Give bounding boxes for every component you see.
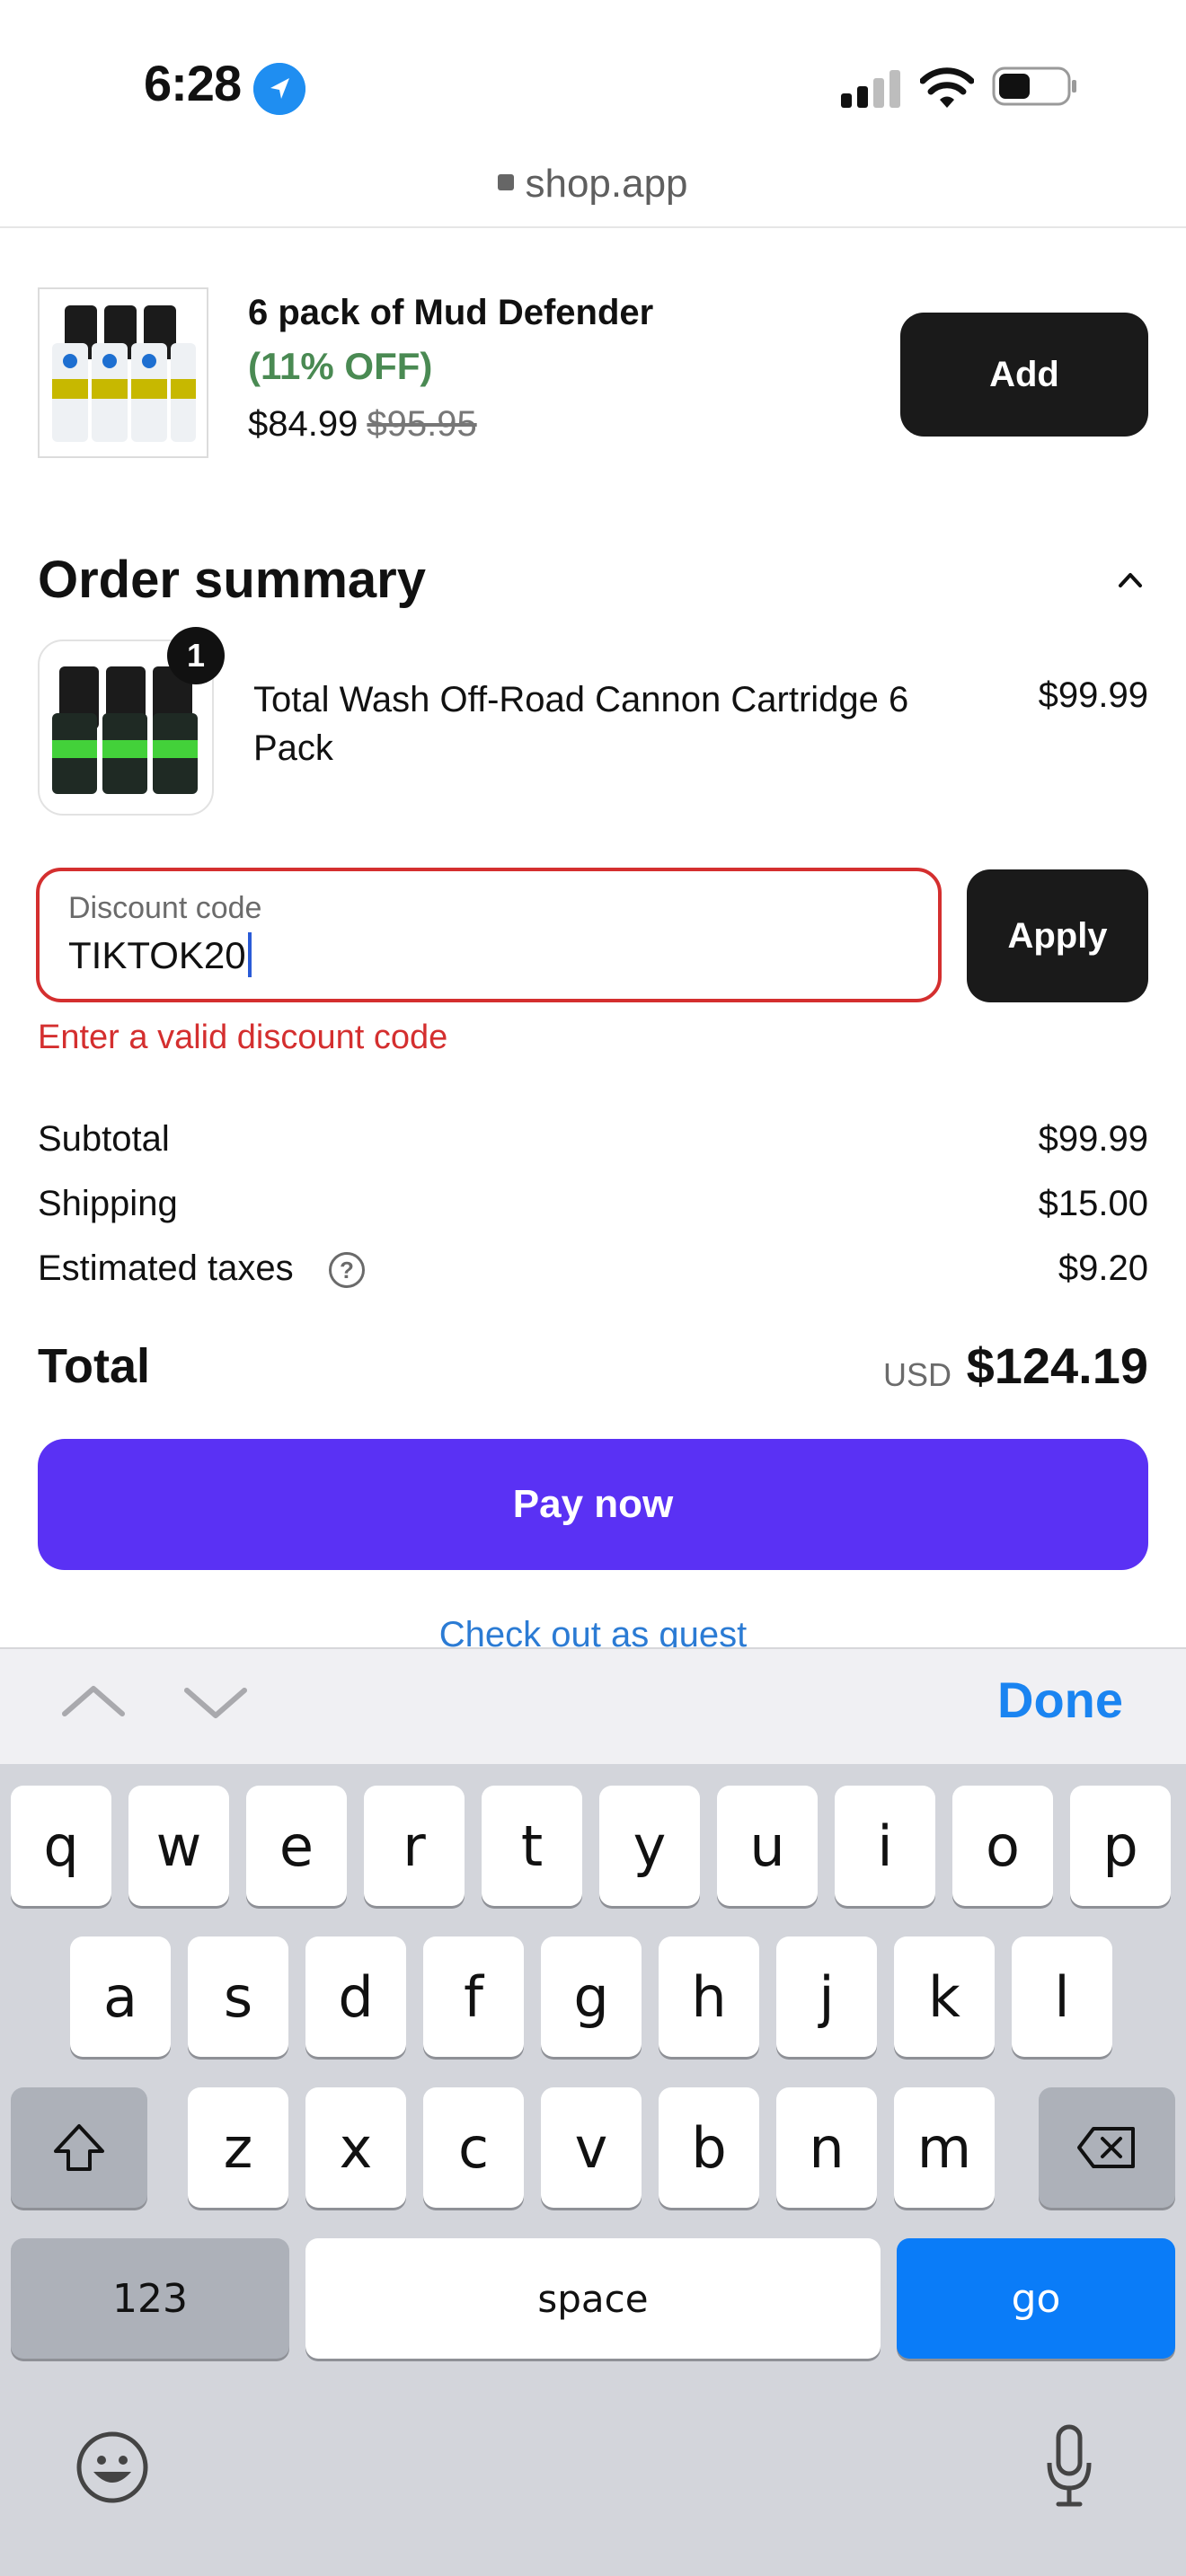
quantity-badge: 1 bbox=[167, 627, 225, 684]
next-field-chevron-down-icon[interactable] bbox=[180, 1671, 252, 1734]
previous-field-chevron-up-icon[interactable] bbox=[58, 1671, 129, 1734]
shift-key[interactable] bbox=[11, 2087, 147, 2208]
cellular-signal-icon bbox=[841, 70, 900, 108]
key-c[interactable]: c bbox=[423, 2087, 524, 2208]
total-value: $124.19 bbox=[966, 1337, 1148, 1394]
key-z[interactable]: z bbox=[188, 2087, 288, 2208]
total-label: Total bbox=[38, 1339, 150, 1393]
key-v[interactable]: v bbox=[541, 2087, 642, 2208]
upsell-original-price: $95.95 bbox=[367, 404, 477, 444]
keyboard-done-button[interactable]: Done bbox=[997, 1671, 1123, 1729]
upsell-product-image bbox=[38, 287, 208, 458]
discount-code-input[interactable]: TIKTOK20 bbox=[68, 931, 252, 981]
key-s[interactable]: s bbox=[188, 1936, 288, 2057]
key-m[interactable]: m bbox=[894, 2087, 995, 2208]
backspace-key[interactable] bbox=[1039, 2087, 1175, 2208]
url-text: shop.app bbox=[525, 162, 688, 206]
go-key[interactable]: go bbox=[897, 2238, 1175, 2359]
divider bbox=[0, 226, 1186, 228]
upsell-product-name: 6 pack of Mud Defender bbox=[248, 293, 654, 332]
microphone-icon[interactable] bbox=[1042, 2422, 1096, 2511]
key-f[interactable]: f bbox=[423, 1936, 524, 2057]
help-question-icon[interactable]: ? bbox=[329, 1252, 365, 1288]
total-currency: USD bbox=[883, 1356, 952, 1393]
shipping-label: Shipping bbox=[38, 1184, 178, 1223]
key-a[interactable]: a bbox=[70, 1936, 171, 2057]
key-n[interactable]: n bbox=[776, 2087, 877, 2208]
shipping-value: $15.00 bbox=[1038, 1184, 1148, 1223]
keyboard: q w e r t y u i o p a s d f g h j k l z … bbox=[0, 1764, 1186, 2576]
key-x[interactable]: x bbox=[305, 2087, 406, 2208]
upsell-sale-price: $84.99 bbox=[248, 404, 358, 444]
key-o[interactable]: o bbox=[952, 1786, 1053, 1906]
shift-arrow-icon bbox=[54, 2124, 104, 2171]
discount-code-value: TIKTOK20 bbox=[68, 934, 246, 976]
numbers-key[interactable]: 123 bbox=[11, 2238, 289, 2359]
checkout-as-guest-link[interactable]: Check out as guest bbox=[0, 1615, 1186, 1647]
key-r[interactable]: r bbox=[364, 1786, 465, 1906]
order-item-price: $99.99 bbox=[1038, 675, 1148, 715]
upsell-discount-badge: (11% OFF) bbox=[248, 345, 433, 387]
key-i[interactable]: i bbox=[835, 1786, 935, 1906]
discount-error-message: Enter a valid discount code bbox=[38, 1019, 448, 1056]
wifi-icon bbox=[920, 67, 974, 108]
status-time: 6:28 bbox=[144, 55, 242, 111]
order-summary-title: Order summary bbox=[38, 551, 426, 609]
apply-discount-button[interactable]: Apply bbox=[967, 869, 1148, 1002]
key-k[interactable]: k bbox=[894, 1936, 995, 2057]
chevron-up-icon[interactable] bbox=[1118, 568, 1143, 593]
backspace-icon bbox=[1077, 2127, 1135, 2168]
key-g[interactable]: g bbox=[541, 1936, 642, 2057]
battery-icon bbox=[992, 66, 1076, 106]
key-h[interactable]: h bbox=[659, 1936, 759, 2057]
text-cursor bbox=[247, 931, 252, 977]
key-t[interactable]: t bbox=[482, 1786, 582, 1906]
key-d[interactable]: d bbox=[305, 1936, 406, 2057]
add-upsell-button[interactable]: Add bbox=[900, 313, 1148, 437]
taxes-value: $9.20 bbox=[1058, 1248, 1148, 1288]
lock-icon bbox=[498, 174, 515, 191]
upsell-price: $84.99 $95.95 bbox=[248, 404, 477, 445]
discount-code-label: Discount code bbox=[68, 891, 262, 925]
address-bar[interactable]: shop.app bbox=[0, 162, 1186, 226]
emoji-icon[interactable] bbox=[74, 2429, 151, 2506]
subtotal-value: $99.99 bbox=[1038, 1119, 1148, 1159]
key-b[interactable]: b bbox=[659, 2087, 759, 2208]
location-arrow-icon bbox=[253, 63, 305, 115]
key-u[interactable]: u bbox=[717, 1786, 818, 1906]
subtotal-label: Subtotal bbox=[38, 1119, 170, 1159]
key-y[interactable]: y bbox=[599, 1786, 700, 1906]
key-q[interactable]: q bbox=[11, 1786, 111, 1906]
key-p[interactable]: p bbox=[1070, 1786, 1171, 1906]
key-w[interactable]: w bbox=[128, 1786, 229, 1906]
key-l[interactable]: l bbox=[1012, 1936, 1112, 2057]
space-key[interactable]: space bbox=[305, 2238, 881, 2359]
taxes-label: Estimated taxes bbox=[38, 1248, 294, 1288]
pay-now-button[interactable]: Pay now bbox=[38, 1439, 1148, 1570]
order-item-name: Total Wash Off-Road Cannon Cartridge 6 P… bbox=[253, 680, 909, 768]
key-e[interactable]: e bbox=[246, 1786, 347, 1906]
key-j[interactable]: j bbox=[776, 1936, 877, 2057]
